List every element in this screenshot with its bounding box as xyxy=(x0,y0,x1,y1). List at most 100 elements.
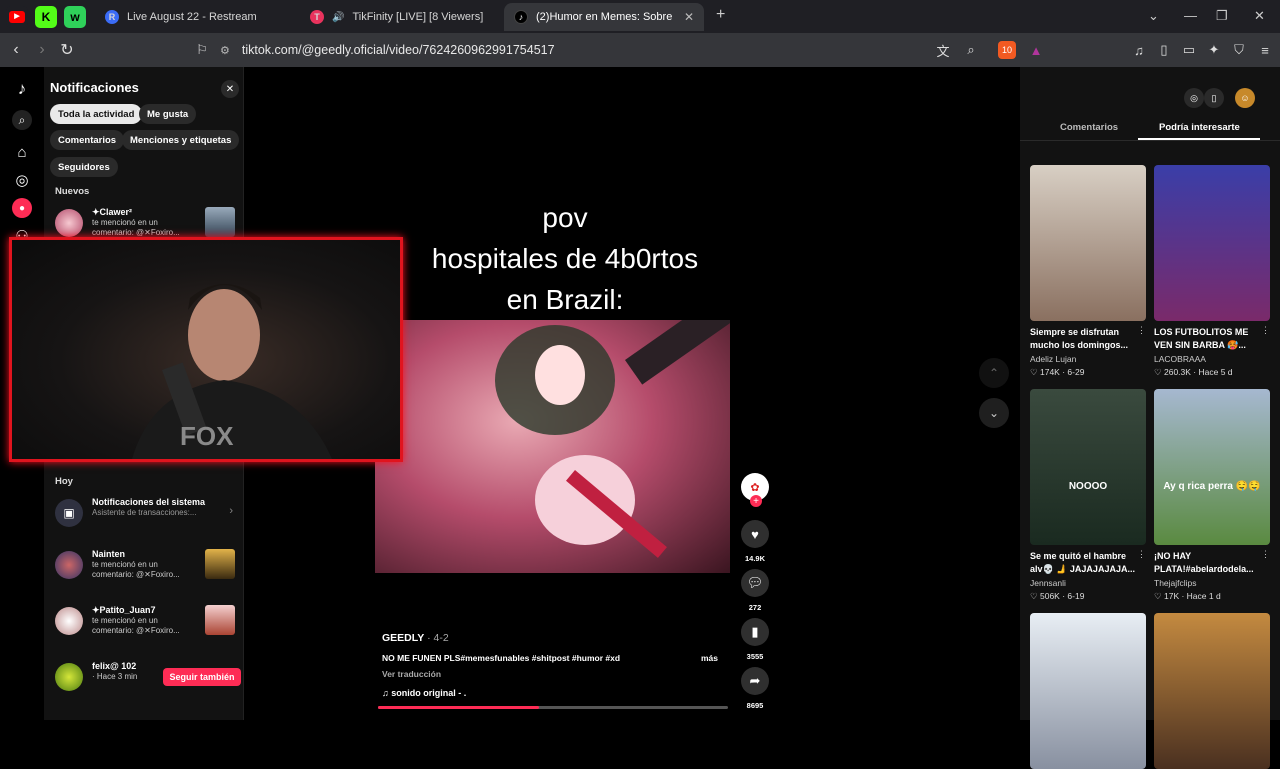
back-arrow-icon[interactable]: ‹ xyxy=(6,40,26,60)
brave-shields-icon[interactable]: 10 xyxy=(998,41,1016,59)
video-sound[interactable]: ♫ sonido original - . xyxy=(382,688,466,698)
video-card[interactable] xyxy=(1154,613,1270,769)
live-icon[interactable]: ● xyxy=(12,198,32,218)
previous-video-button[interactable]: ⌃ xyxy=(979,358,1009,388)
share-button[interactable]: ➦ xyxy=(741,667,769,695)
zoom-icon[interactable]: ⌕ xyxy=(962,41,980,59)
leo-ai-icon[interactable]: ✦ xyxy=(1205,41,1223,59)
card-thumbnail[interactable] xyxy=(1154,165,1270,321)
card-thumbnail[interactable]: NOOOO xyxy=(1030,389,1146,545)
card-author[interactable]: LACOBRAAA xyxy=(1154,354,1270,364)
filter-comments[interactable]: Comentarios xyxy=(50,130,125,150)
next-video-button[interactable]: ⌄ xyxy=(979,398,1009,428)
explore-icon[interactable]: ◎ xyxy=(12,170,32,190)
embed-icon[interactable]: ◎ xyxy=(1184,88,1204,108)
search-icon[interactable]: ⌕ xyxy=(12,110,32,130)
menu-icon[interactable]: ≡ xyxy=(1256,41,1274,59)
tikfinity-icon: T xyxy=(310,10,324,24)
video-card[interactable] xyxy=(1030,613,1146,769)
brave-rewards-icon[interactable]: ▲ xyxy=(1027,41,1045,59)
card-title[interactable]: LOS FUTBOLITOS ME VEN SIN BARBA 🥵... xyxy=(1154,326,1270,352)
more-link[interactable]: más xyxy=(701,653,718,663)
close-tab-icon[interactable]: ✕ xyxy=(684,10,694,24)
comment-button[interactable]: 💬︎ xyxy=(741,569,769,597)
reload-icon[interactable]: ↻ xyxy=(57,40,77,60)
card-author[interactable]: Thejajfclips xyxy=(1154,578,1270,588)
video-progress-fill xyxy=(378,706,539,709)
tab-search-chevron-icon[interactable]: ⌄ xyxy=(1148,8,1159,24)
home-icon[interactable]: ⌂ xyxy=(12,142,32,162)
filter-followers[interactable]: Seguidores xyxy=(50,157,118,177)
new-tab-button[interactable]: + xyxy=(716,6,725,24)
notification-item-system[interactable]: ▣ Notificaciones del sistema Asistente d… xyxy=(55,497,235,533)
tab-recommended[interactable]: Podría interesarte xyxy=(1159,122,1240,133)
card-date: 6-29 xyxy=(1067,367,1085,377)
notification-text: te mencionó en un comentario: @✕Foxiro..… xyxy=(92,218,180,237)
video-card[interactable]: LOS FUTBOLITOS ME VEN SIN BARBA 🥵... LACO… xyxy=(1154,165,1270,378)
sound-name: sonido original - . xyxy=(391,688,467,698)
notification-item-follow[interactable]: felix@ 102 · Hace 3 min Seguir también xyxy=(55,661,241,697)
tab-tiktok-active[interactable]: ♪ (2)Humor en Memes: Sobre Hosp ✕ xyxy=(504,3,704,31)
save-button[interactable]: ▮ xyxy=(741,618,769,646)
more-options-icon[interactable]: ⋮ xyxy=(1261,325,1270,336)
author-name[interactable]: GEEDLY xyxy=(382,632,424,644)
more-options-icon[interactable]: ⋮ xyxy=(1137,549,1146,560)
more-options-icon[interactable]: ⋮ xyxy=(1137,325,1146,336)
card-stats: ♡ 174K · 6-29 xyxy=(1030,367,1146,378)
close-window-icon[interactable]: ✕ xyxy=(1254,8,1265,24)
card-thumbnail[interactable] xyxy=(1030,613,1146,769)
pinned-tab-youtube[interactable]: ▶ xyxy=(6,6,28,28)
bookmark-icon[interactable]: ⚐ xyxy=(192,40,212,60)
filter-likes[interactable]: Me gusta xyxy=(139,104,197,124)
card-thumbnail[interactable] xyxy=(1030,165,1146,321)
translate-link[interactable]: Ver traducción xyxy=(382,669,441,679)
notification-item[interactable]: ✦Patito_Juan7 te mencionó en un comentar… xyxy=(55,605,235,641)
save-count: 3555 xyxy=(746,652,764,661)
more-options-icon[interactable]: ⋮ xyxy=(1261,549,1270,560)
translate-icon[interactable]: 文 xyxy=(934,41,952,59)
video-card[interactable]: Ay q rica perra 🤤🤤 ¡NO HAY PLATA!#abelard… xyxy=(1154,389,1270,602)
minimize-icon[interactable]: — xyxy=(1184,8,1197,23)
address-bar[interactable]: ⚙ tiktok.com/@geedly.oficial/video/76242… xyxy=(220,38,1050,62)
sidebar-icon[interactable]: ▯ xyxy=(1155,41,1173,59)
video-frame[interactable] xyxy=(375,320,730,573)
video-card[interactable]: NOOOO Se me quitó el hambre alv💀 🫸 JAJAJA… xyxy=(1030,389,1146,602)
card-thumbnail[interactable] xyxy=(1154,613,1270,769)
wallet-icon[interactable]: ▭ xyxy=(1180,41,1198,59)
webcam-overlay: FOX xyxy=(9,237,403,462)
card-title[interactable]: Siempre se disfrutan mucho los domingos.… xyxy=(1030,326,1146,352)
notification-thumbnail xyxy=(205,549,235,579)
card-likes: 260.3K xyxy=(1163,367,1191,377)
like-button[interactable]: ♥ xyxy=(741,520,769,548)
card-title[interactable]: Se me quitó el hambre alv💀 🫸 JAJAJAJAJA.… xyxy=(1030,550,1146,576)
card-author[interactable]: Adeliz Lujan xyxy=(1030,354,1146,364)
tab-restream[interactable]: R Live August 22 - Restream xyxy=(95,3,295,31)
video-author[interactable]: GEEDLY · 4-2 xyxy=(382,632,449,644)
pinned-tab-kick[interactable]: K xyxy=(35,6,57,28)
media-icon[interactable]: ♫ xyxy=(1130,41,1148,59)
chevron-up-icon: ⌃ xyxy=(988,366,1000,380)
maximize-icon[interactable]: ❐ xyxy=(1216,8,1228,24)
filter-mentions[interactable]: Menciones y etiquetas xyxy=(122,130,240,150)
card-thumbnail[interactable]: Ay q rica perra 🤤🤤 xyxy=(1154,389,1270,545)
notification-item[interactable]: Nainten te mencionó en un comentario: @✕… xyxy=(55,549,235,585)
video-card[interactable]: Siempre se disfrutan mucho los domingos.… xyxy=(1030,165,1146,378)
card-title[interactable]: ¡NO HAY PLATA!#abelardodela... xyxy=(1154,550,1270,576)
video-progress-bar[interactable] xyxy=(378,706,728,709)
tab-tikfinity[interactable]: T 🔊 TikFinity [LIVE] [8 Viewers] xyxy=(300,3,500,31)
tab-comments[interactable]: Comentarios xyxy=(1060,122,1118,133)
device-icon[interactable]: ▯ xyxy=(1204,88,1224,108)
forward-arrow-icon[interactable]: › xyxy=(32,40,52,60)
pinned-tab-w[interactable]: w xyxy=(64,6,86,28)
follow-plus-icon[interactable]: + xyxy=(750,495,762,507)
tiktok-logo-icon[interactable]: ♪ xyxy=(12,79,32,99)
follow-back-button[interactable]: Seguir también xyxy=(163,668,241,686)
profile-avatar[interactable]: ☺ xyxy=(1235,88,1255,108)
filter-all-activity[interactable]: Toda la actividad xyxy=(50,104,143,124)
vpn-icon[interactable]: ⛉ xyxy=(1230,41,1248,59)
card-author[interactable]: Jennsanli xyxy=(1030,578,1146,588)
site-info-icon[interactable]: ⚙ xyxy=(220,44,230,57)
notification-user: ✦Patito_Juan7 xyxy=(92,605,156,615)
close-icon[interactable]: ✕ xyxy=(221,80,239,98)
comment-icon: 💬︎ xyxy=(746,575,764,590)
